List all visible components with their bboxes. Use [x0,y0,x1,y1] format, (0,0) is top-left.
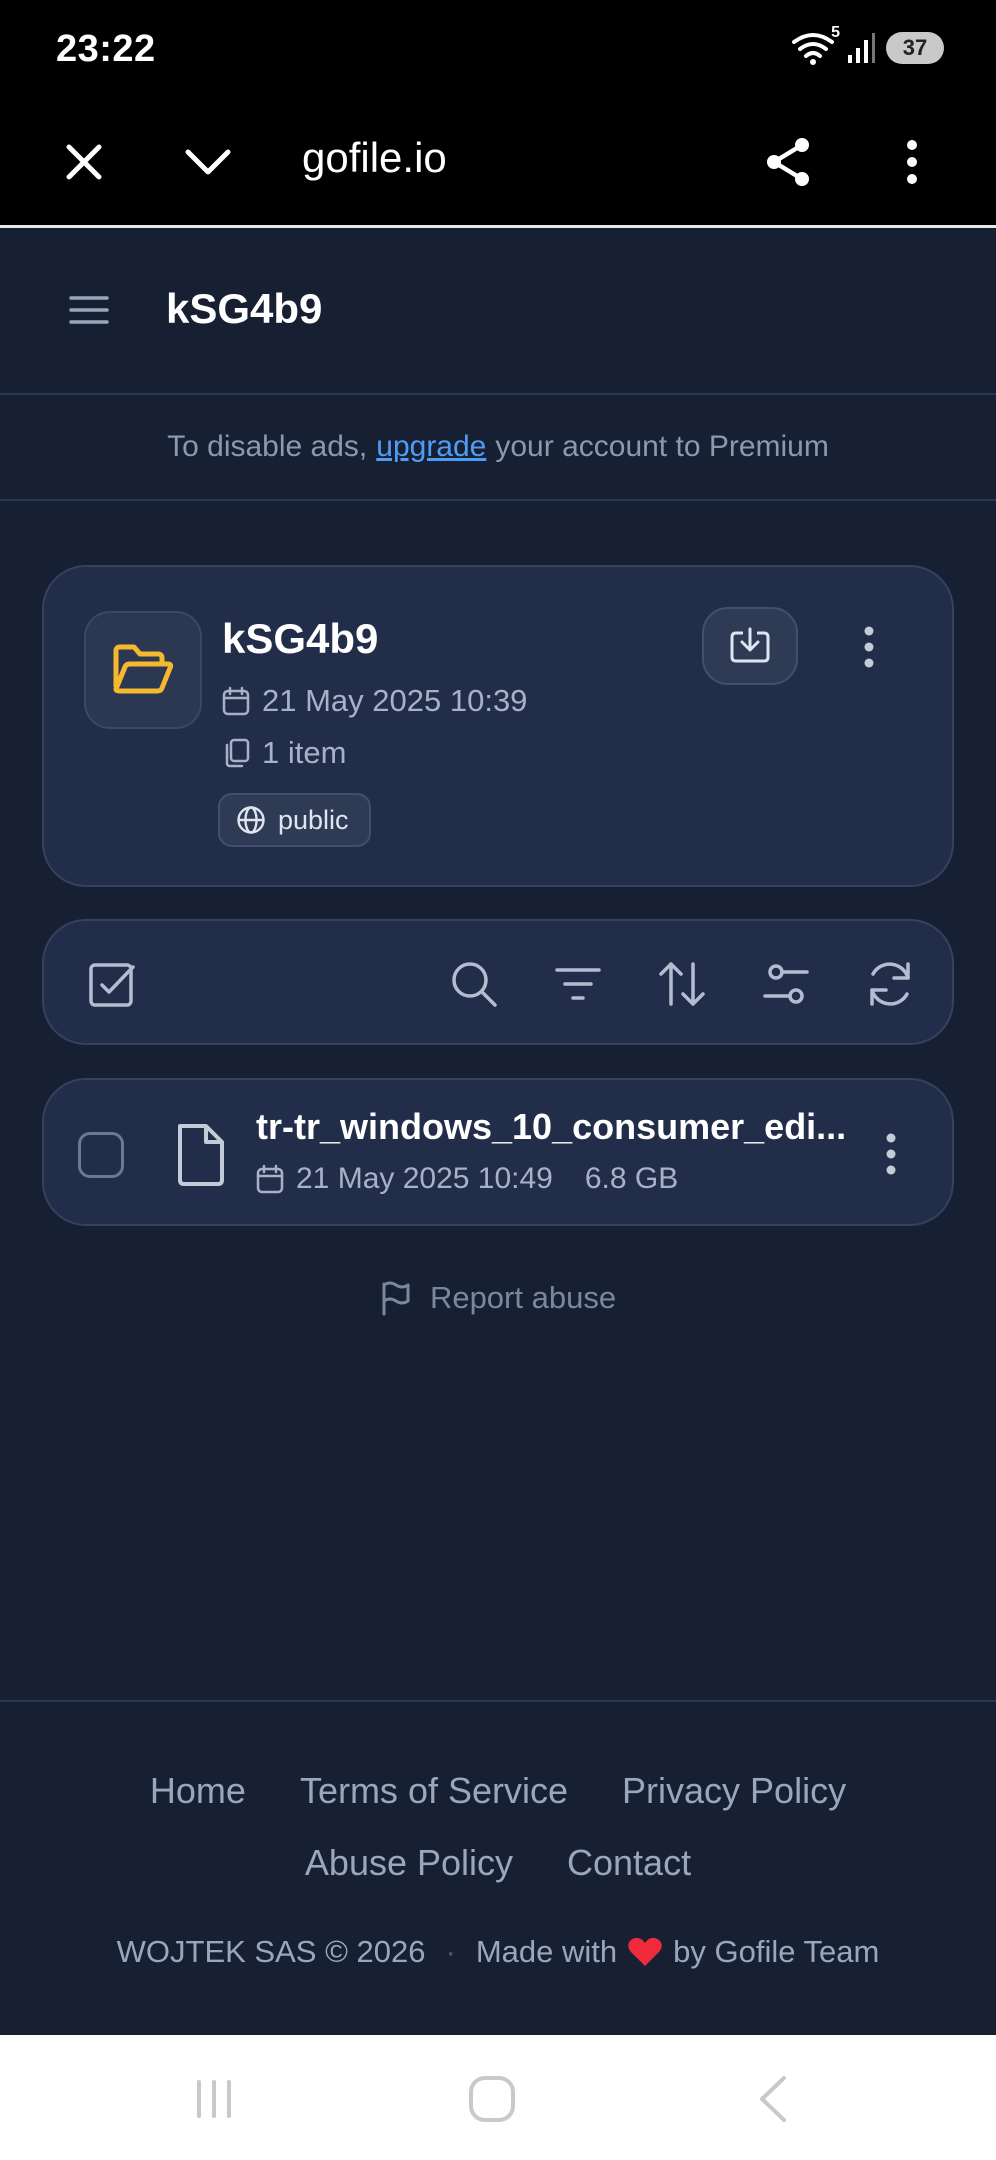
page-title: kSG4b9 [166,285,323,332]
report-abuse-link[interactable]: Report abuse [0,1280,996,1316]
folder-date-row: 21 May 2025 10:39 [222,683,527,719]
footer-link-abuse-policy[interactable]: Abuse Policy [305,1842,513,1884]
folder-item-count: 1 item [262,735,347,770]
recent-apps-icon[interactable] [184,2073,244,2125]
calendar-icon [222,686,250,716]
file-toolbar [42,919,954,1045]
files-icon [222,738,250,768]
ad-banner-suffix: your account to Premium [495,430,829,463]
file-size: 6.8 GB [584,1162,679,1195]
footer-copyright: WOJTEK SAS © 2026 · Made with by Gofile … [0,1934,996,1970]
share-icon[interactable] [758,132,818,192]
footer: Home Terms of Service Privacy Policy Abu… [0,1700,996,2035]
file-name[interactable]: tr-tr_windows_10_consumer_edi... [256,1106,896,1148]
ad-banner: To disable ads, upgrade your account to … [0,395,996,501]
folder-name: kSG4b9 [222,615,379,662]
file-row[interactable]: tr-tr_windows_10_consumer_edi... 21 May … [42,1078,954,1226]
footer-separator: · [445,1934,456,1969]
made-with-text: Made with [475,1934,618,1969]
file-icon [170,1122,230,1188]
close-icon[interactable] [54,132,114,192]
copyright-text: WOJTEK SAS © 2026 [116,1934,426,1969]
folder-date: 21 May 2025 10:39 [262,683,528,718]
home-icon[interactable] [462,2073,522,2125]
file-checkbox[interactable] [78,1132,124,1178]
back-icon[interactable] [742,2073,802,2125]
footer-links-primary: Home Terms of Service Privacy Policy [0,1770,996,1812]
system-navigation-bar [0,2035,996,2160]
hamburger-icon[interactable] [62,283,116,337]
file-date: 21 May 2025 10:49 [296,1162,553,1195]
browser-toolbar: gofile.io [0,100,996,228]
team-credit: by Gofile Team [673,1934,880,1969]
download-icon [730,627,770,663]
signal-icon [846,31,876,65]
report-abuse-label: Report abuse [429,1280,617,1315]
wifi-badge: 5 [831,24,840,41]
globe-icon [236,805,266,835]
footer-link-contact[interactable]: Contact [567,1842,691,1884]
calendar-icon [256,1164,284,1194]
search-icon[interactable] [444,954,504,1014]
upgrade-link[interactable]: upgrade [376,430,486,464]
footer-link-privacy[interactable]: Privacy Policy [622,1770,846,1812]
settings-sliders-icon[interactable] [756,954,816,1014]
site-header: kSG4b9 [0,231,996,395]
folder-open-icon [84,611,202,729]
folder-info-card: kSG4b9 21 May 2025 10:39 1 item public [42,565,954,887]
status-time: 23:22 [56,28,156,70]
status-icons: 5 37 [790,24,944,66]
ad-banner-prefix: To disable ads, [167,430,368,463]
more-vertical-icon[interactable] [882,132,942,192]
sort-icon[interactable] [652,954,712,1014]
chevron-down-icon[interactable] [178,132,238,192]
folder-more-icon[interactable] [844,617,894,677]
file-meta: 21 May 2025 10:49 6.8 GB [256,1162,678,1196]
filter-icon[interactable] [548,954,608,1014]
footer-link-terms[interactable]: Terms of Service [300,1770,568,1812]
url-display[interactable]: gofile.io [302,134,447,182]
battery-indicator: 37 [886,32,944,64]
folder-items-row: 1 item [222,735,346,771]
footer-links-secondary: Abuse Policy Contact [0,1842,996,1884]
heart-icon [627,1936,663,1968]
refresh-icon[interactable] [860,954,920,1014]
status-bar: 23:22 5 37 [0,0,996,100]
flag-icon [380,1280,412,1316]
visibility-badge[interactable]: public [218,793,371,847]
footer-link-home[interactable]: Home [150,1770,246,1812]
visibility-label: public [278,804,349,835]
file-more-icon[interactable] [866,1124,916,1184]
wifi-icon: 5 [790,24,840,66]
download-folder-button[interactable] [702,607,798,685]
select-all-icon[interactable] [82,954,142,1014]
